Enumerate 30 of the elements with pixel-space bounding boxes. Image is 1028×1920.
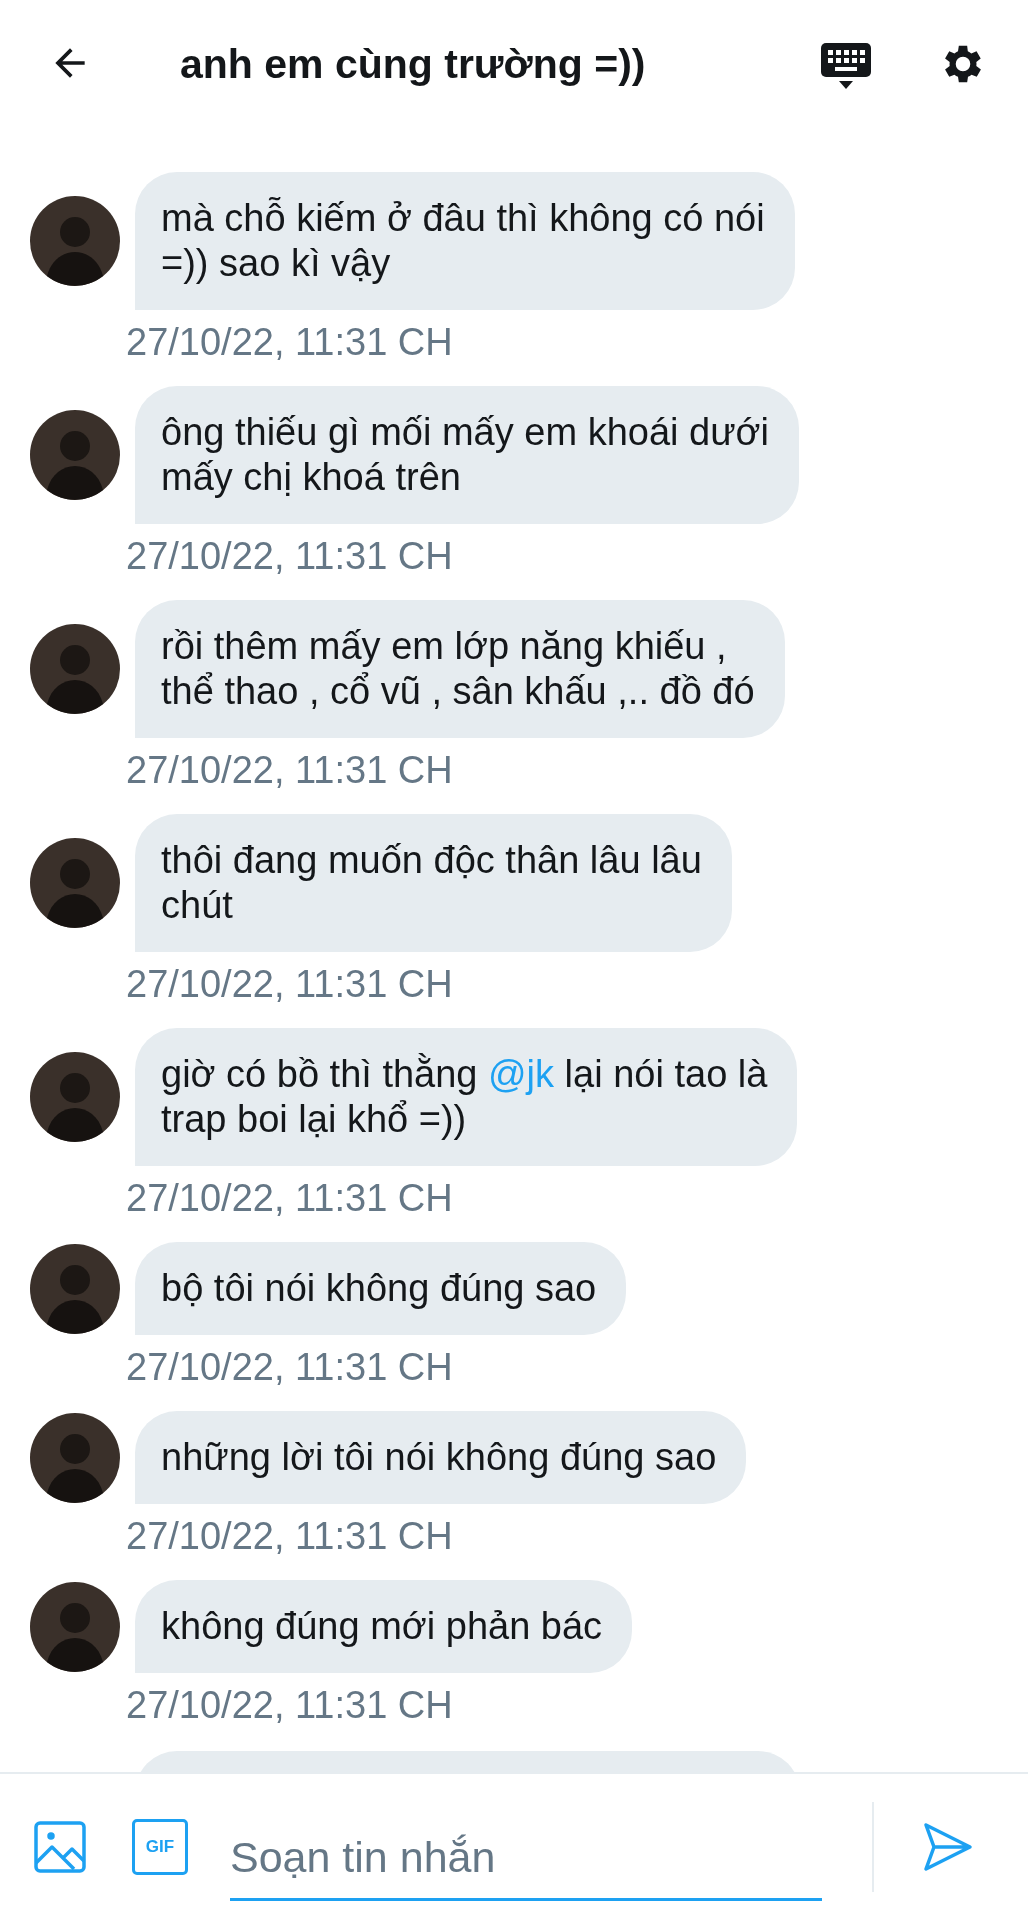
message-bubble: giờ có bồ thì thằng @jk lại nói tao là trap boi lại khổ =)) [135, 1028, 798, 1166]
avatar[interactable] [30, 196, 120, 286]
avatar[interactable] [30, 1412, 120, 1503]
message-time: 27/10/22, 11:31 CH [126, 748, 454, 792]
avatar[interactable] [30, 838, 120, 928]
avatar[interactable] [30, 1581, 120, 1672]
message-bubble: thôi đang muốn độc thân lâu lâu chút [135, 814, 732, 952]
avatar[interactable] [30, 624, 120, 714]
message-bubble: bộ tôi nói không đúng sao [135, 1242, 627, 1335]
message-bubble: rồi thêm mấy em lớp năng khiếu , thể thao , cổ vũ , sân khấu ,.. đồ đó [135, 600, 785, 738]
chat-title: anh em cùng trường =)) [180, 40, 647, 88]
message-time: 27/10/22, 11:31 CH [126, 962, 454, 1006]
message-time: 27/10/22, 11:31 CH [126, 534, 454, 578]
gif-button[interactable]: GIF [132, 1819, 188, 1875]
message-time: 27/10/22, 11:31 CH [126, 1683, 454, 1727]
avatar[interactable] [30, 1243, 120, 1334]
message-bubble: mà chỗ kiếm ở đâu thì không có nói =)) sao kì vậy [135, 172, 795, 310]
avatar[interactable] [30, 410, 120, 500]
message-time: 27/10/22, 11:31 CH [126, 1514, 454, 1558]
message-bubble: ông thiếu gì mối mấy em khoái dưới mấy chị khoá trên [135, 386, 799, 524]
send-icon[interactable] [922, 1821, 974, 1873]
message-bubble: không đúng mới phản bác [135, 1580, 633, 1673]
message-input[interactable]: Soạn tin nhắn [230, 1817, 822, 1901]
avatar[interactable] [30, 1052, 120, 1142]
message-time: 27/10/22, 11:31 CH [126, 1345, 454, 1389]
message-bubble: những lời tôi nói không đúng sao [135, 1411, 747, 1504]
message-time: 27/10/22, 11:31 CH [126, 1176, 454, 1220]
mention-link[interactable]: @jk [488, 1053, 555, 1095]
message-time: 27/10/22, 11:31 CH [126, 320, 454, 364]
image-icon[interactable] [34, 1821, 86, 1873]
